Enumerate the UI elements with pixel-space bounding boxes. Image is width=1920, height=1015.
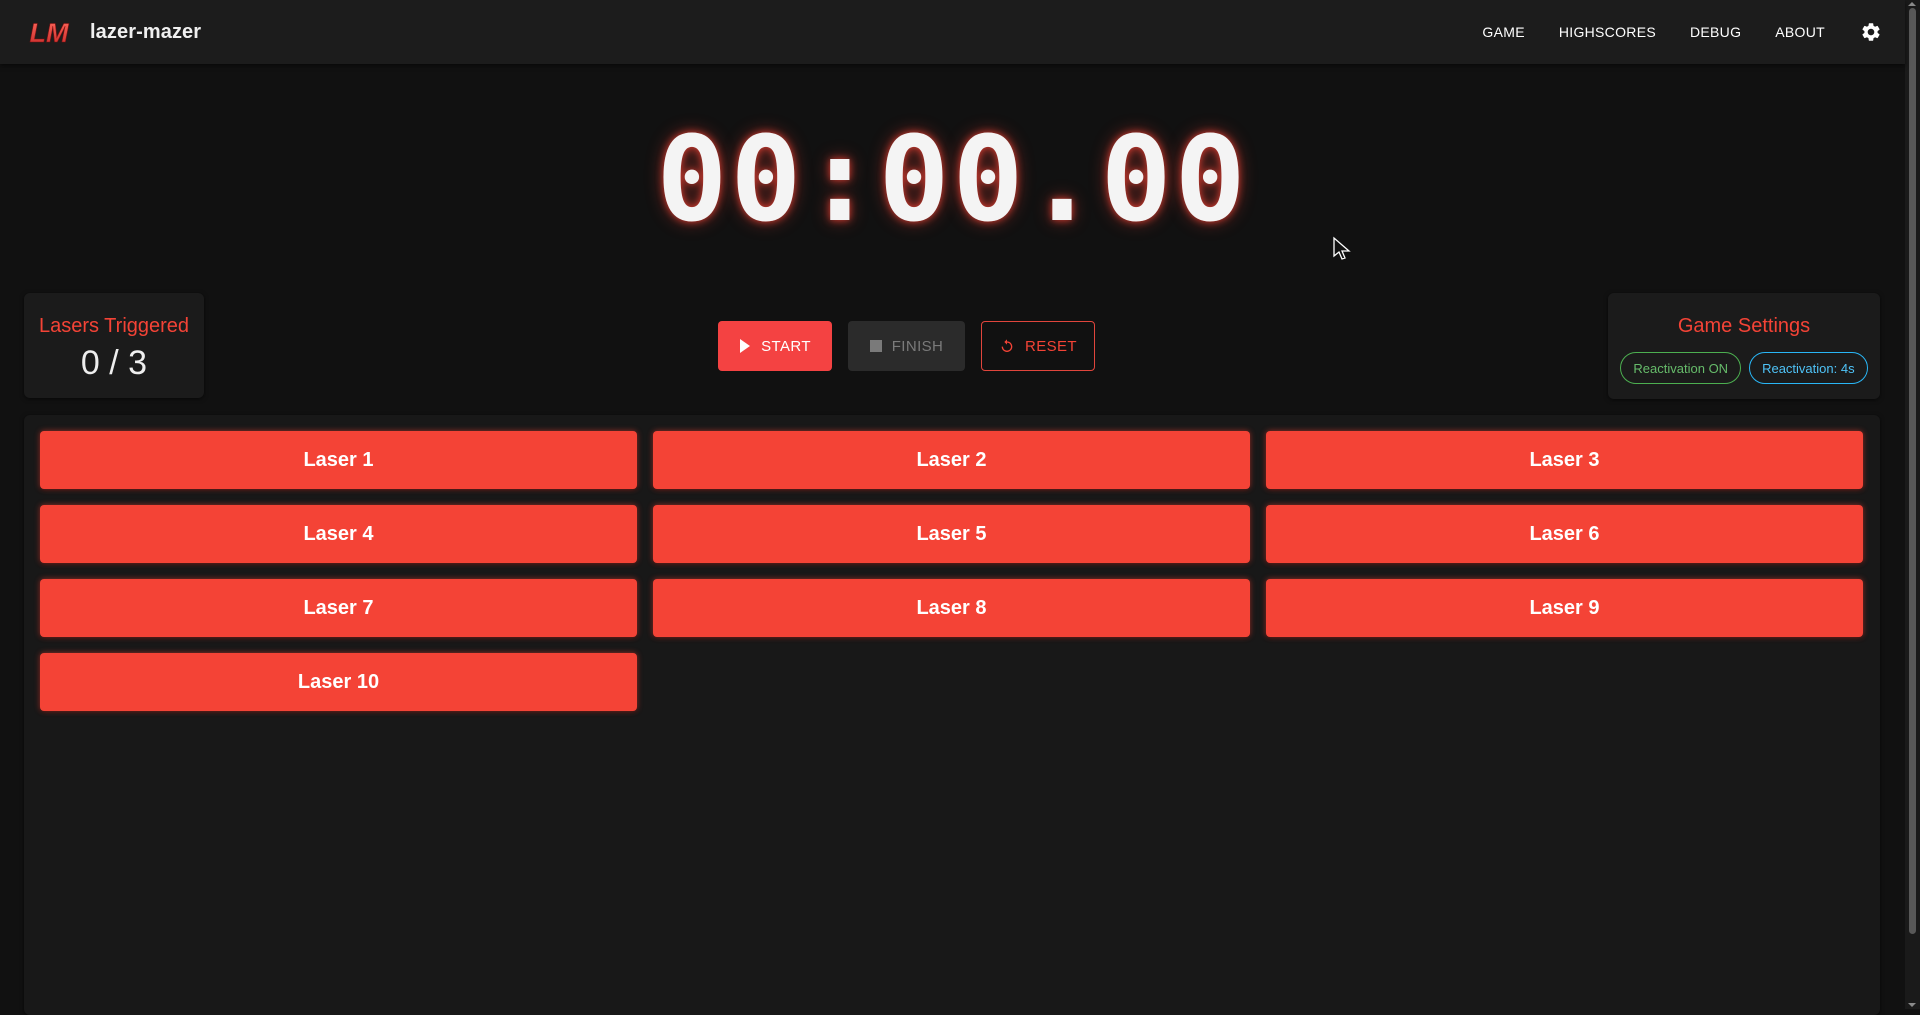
play-icon [739,339,751,353]
logo-icon: LM [29,18,69,46]
laser-button-1[interactable]: Laser 1 [40,431,637,489]
lasers-triggered-count: 0 / 3 [80,344,148,382]
stop-icon [869,340,882,352]
gear-icon[interactable] [1859,20,1883,44]
scroll-up-icon[interactable] [1908,2,1916,6]
laser-button-6[interactable]: Laser 6 [1266,505,1863,563]
finish-button-label: FINISH [891,337,944,355]
laser-button-9[interactable]: Laser 9 [1266,579,1863,637]
laser-button-8[interactable]: Laser 8 [653,579,1250,637]
app-title: lazer-mazer [90,20,202,43]
laser-button-3[interactable]: Laser 3 [1266,431,1863,489]
settings-chips: Reactivation ON Reactivation: 4s [1608,352,1880,384]
laser-grid: Laser 1 Laser 2 Laser 3 Laser 4 Laser 5 … [40,431,1864,711]
reset-button[interactable]: RESET [981,321,1095,371]
reactivation-status-chip: Reactivation ON [1620,352,1742,384]
game-controls: START FINISH RESET [718,321,1111,371]
laser-button-4[interactable]: Laser 4 [40,505,637,563]
scroll-down-icon[interactable] [1908,1003,1916,1007]
app-bar: LM lazer-mazer GAME HIGHSCORES DEBUG ABO… [0,0,1905,64]
nav-game[interactable]: GAME [1482,24,1524,40]
mouse-cursor-icon [1332,236,1352,260]
game-timer: 00:00.00 [656,110,1249,248]
app-logo[interactable]: LM [26,18,72,46]
reset-button-label: RESET [1024,337,1077,355]
reactivation-time-chip: Reactivation: 4s [1749,352,1868,384]
nav-debug[interactable]: DEBUG [1690,24,1741,40]
nav-about[interactable]: ABOUT [1775,24,1825,40]
game-settings-card: Game Settings Reactivation ON Reactivati… [1608,293,1880,399]
laser-button-7[interactable]: Laser 7 [40,579,637,637]
page-scrollbar[interactable] [1905,0,1920,1009]
svg-text:LM: LM [30,18,69,46]
nav-highscores[interactable]: HIGHSCORES [1559,24,1656,40]
laser-panel: Laser 1 Laser 2 Laser 3 Laser 4 Laser 5 … [24,415,1880,1015]
start-button-label: START [761,337,811,355]
lasers-triggered-card: Lasers Triggered 0 / 3 [24,293,204,398]
scrollbar-thumb[interactable] [1909,8,1916,934]
laser-button-10[interactable]: Laser 10 [40,653,637,711]
top-nav: GAME HIGHSCORES DEBUG ABOUT [1482,0,1883,64]
laser-button-2[interactable]: Laser 2 [653,431,1250,489]
refresh-icon [999,338,1015,354]
lasers-triggered-title: Lasers Triggered [38,315,190,337]
game-settings-title: Game Settings [1677,315,1811,337]
finish-button[interactable]: FINISH [848,321,965,371]
start-button[interactable]: START [718,321,832,371]
laser-button-5[interactable]: Laser 5 [653,505,1250,563]
